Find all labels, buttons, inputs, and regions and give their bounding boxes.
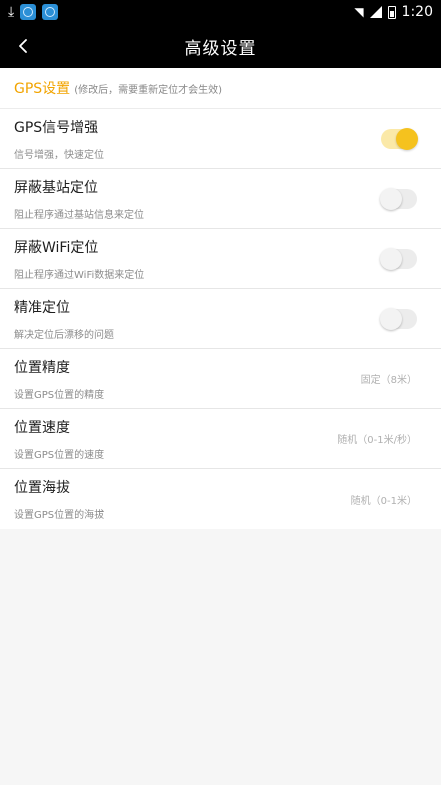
settings-list: GPS设置 (修改后，需要重新定位才会生效) GPS信号增强 信号增强，快速定位… bbox=[0, 68, 441, 529]
section-header: GPS设置 (修改后，需要重新定位才会生效) bbox=[0, 68, 441, 109]
app-icon bbox=[42, 4, 59, 20]
wifi-icon: ◥ bbox=[354, 5, 364, 19]
setting-gps-boost[interactable]: GPS信号增强 信号增强，快速定位 bbox=[0, 109, 441, 169]
signal-icon bbox=[369, 6, 382, 18]
page-title: 高级设置 bbox=[184, 38, 257, 59]
setting-desc: 信号增强，快速定位 bbox=[14, 149, 104, 161]
status-bar-right: ◥ 1:20 bbox=[354, 4, 433, 20]
setting-desc: 设置GPS位置的速度 bbox=[14, 449, 105, 461]
setting-precise-location[interactable]: 精准定位 解决定位后漂移的问题 bbox=[0, 289, 441, 349]
setting-desc: 设置GPS位置的精度 bbox=[14, 389, 105, 401]
setting-location-accuracy[interactable]: 位置精度 设置GPS位置的精度 固定（8米） bbox=[0, 349, 441, 409]
setting-value: 固定（8米） bbox=[360, 375, 417, 386]
setting-title: 屏蔽WiFi定位 bbox=[14, 239, 99, 256]
setting-title: 位置精度 bbox=[14, 359, 70, 376]
status-time: 1:20 bbox=[401, 4, 433, 20]
back-arrow-icon bbox=[19, 39, 27, 53]
setting-location-speed[interactable]: 位置速度 设置GPS位置的速度 随机（0-1米/秒） bbox=[0, 409, 441, 469]
setting-title: 位置速度 bbox=[14, 419, 70, 436]
setting-desc: 设置GPS位置的海拔 bbox=[14, 510, 105, 521]
app-bar: 高级设置 bbox=[0, 24, 441, 68]
block-cell-toggle[interactable] bbox=[380, 187, 417, 210]
precise-location-toggle[interactable] bbox=[380, 307, 417, 330]
setting-title: 屏蔽基站定位 bbox=[14, 179, 98, 196]
setting-title: 位置海拔 bbox=[14, 480, 70, 496]
setting-block-cell-location[interactable]: 屏蔽基站定位 阻止程序通过基站信息来定位 bbox=[0, 169, 441, 229]
battery-icon bbox=[387, 5, 396, 19]
setting-title: 精准定位 bbox=[14, 299, 70, 316]
setting-title: GPS信号增强 bbox=[14, 119, 99, 136]
status-bar: ⤓ ◥ 1:20 bbox=[0, 0, 441, 24]
block-wifi-toggle[interactable] bbox=[380, 247, 417, 270]
section-note: (修改后，需要重新定位才会生效) bbox=[74, 84, 222, 96]
setting-block-wifi-location[interactable]: 屏蔽WiFi定位 阻止程序通过WiFi数据来定位 bbox=[0, 229, 441, 289]
status-bar-left: ⤓ bbox=[8, 4, 59, 20]
setting-value: 随机（0-1米） bbox=[350, 495, 417, 507]
setting-desc: 解决定位后漂移的问题 bbox=[14, 329, 114, 341]
setting-location-altitude[interactable]: 位置海拔 设置GPS位置的海拔 随机（0-1米） bbox=[0, 469, 441, 529]
download-icon: ⤓ bbox=[8, 4, 15, 20]
setting-value: 随机（0-1米/秒） bbox=[337, 435, 417, 446]
setting-desc: 阻止程序通过WiFi数据来定位 bbox=[14, 269, 145, 281]
gps-boost-toggle[interactable] bbox=[381, 127, 418, 150]
app-icon bbox=[20, 4, 37, 20]
back-button[interactable] bbox=[10, 32, 38, 60]
setting-desc: 阻止程序通过基站信息来定位 bbox=[14, 209, 144, 221]
section-title: GPS设置 bbox=[14, 81, 71, 97]
